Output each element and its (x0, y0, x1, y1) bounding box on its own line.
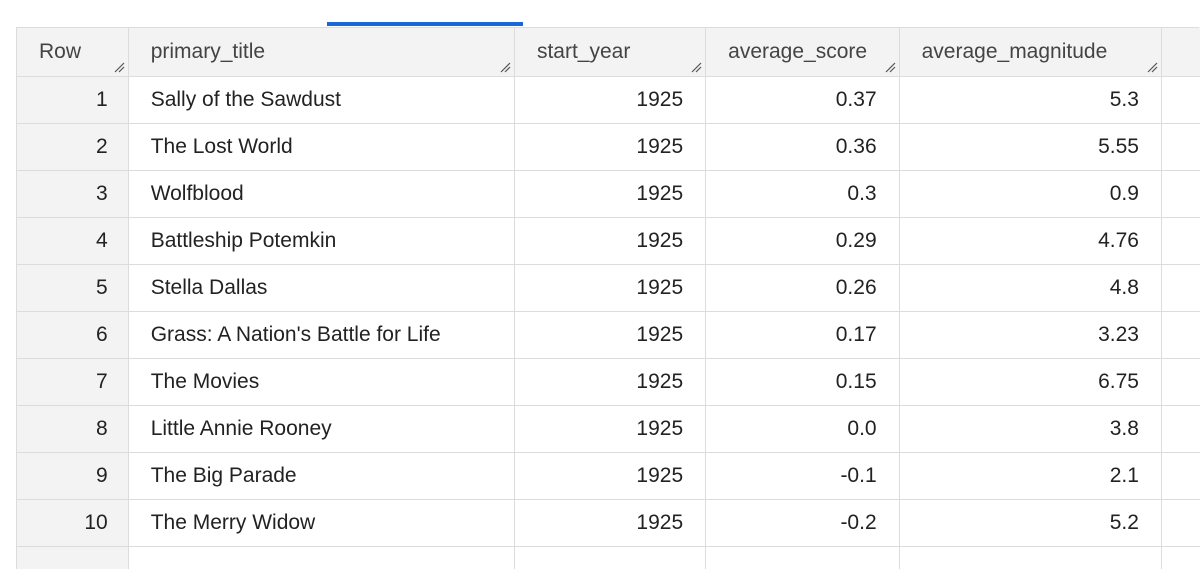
primary-title-cell[interactable]: Battleship Potemkin (127, 217, 515, 265)
table-row[interactable]: 7 The Movies 1925 0.15 6.75 (16, 358, 1200, 406)
start-year-cell[interactable]: 1925 (513, 264, 707, 312)
average-magnitude-cell[interactable]: 2.1 (898, 452, 1162, 500)
column-resize-handle-icon[interactable] (499, 61, 511, 73)
row-filler (1160, 123, 1200, 171)
row-number-cell[interactable]: 2 (16, 123, 129, 171)
average-score-cell[interactable]: 0.37 (705, 76, 900, 124)
start-year-cell[interactable]: 1925 (513, 170, 707, 218)
row-number-cell[interactable]: 9 (16, 452, 129, 500)
row-filler (1160, 405, 1200, 453)
average-magnitude-cell[interactable]: 0.9 (898, 170, 1162, 218)
primary-title-cell[interactable]: The Lost World (127, 123, 515, 171)
column-resize-handle-icon[interactable] (690, 61, 702, 73)
average-magnitude-cell[interactable]: 3.8 (898, 405, 1162, 453)
column-header-row[interactable]: Row (16, 27, 129, 77)
start-year-cell[interactable]: 1925 (513, 76, 707, 124)
start-year-cell[interactable]: 1925 (513, 405, 707, 453)
start-year-cell[interactable]: 1925 (513, 311, 707, 359)
empty-cell (705, 546, 900, 569)
row-number-cell[interactable]: 7 (16, 358, 129, 406)
empty-cell (1160, 546, 1200, 569)
table-row[interactable]: 6 Grass: A Nation's Battle for Life 1925 0.… (16, 311, 1200, 359)
average-score-cell[interactable]: 0.15 (705, 358, 900, 406)
average-score-cell[interactable]: -0.1 (705, 452, 900, 500)
primary-title-cell[interactable]: The Big Parade (127, 452, 515, 500)
row-number-cell[interactable]: 4 (16, 217, 129, 265)
primary-title-cell[interactable]: Stella Dallas (127, 264, 515, 312)
row-filler (1160, 76, 1200, 124)
average-score-cell[interactable]: 0.26 (705, 264, 900, 312)
table-row[interactable]: 2 The Lost World 1925 0.36 5.55 (16, 123, 1200, 171)
row-number-cell[interactable]: 6 (16, 311, 129, 359)
table-row[interactable]: 4 Battleship Potemkin 1925 0.29 4.76 (16, 217, 1200, 265)
primary-title-cell[interactable]: The Merry Widow (127, 499, 515, 547)
average-magnitude-cell[interactable]: 5.3 (898, 76, 1162, 124)
average-score-cell[interactable]: -0.2 (705, 499, 900, 547)
average-score-cell[interactable]: 0.3 (705, 170, 900, 218)
primary-title-cell[interactable]: Sally of the Sawdust (127, 76, 515, 124)
average-magnitude-cell[interactable]: 4.8 (898, 264, 1162, 312)
column-header-label: average_magnitude (921, 40, 1108, 63)
row-number-cell[interactable]: 5 (16, 264, 129, 312)
column-header-label: start_year (536, 40, 631, 63)
primary-title-cell[interactable]: The Movies (127, 358, 515, 406)
average-score-cell[interactable]: 0.36 (705, 123, 900, 171)
empty-cell (513, 546, 707, 569)
column-resize-handle-icon[interactable] (1146, 61, 1158, 73)
empty-cell (127, 546, 515, 569)
query-results-panel: Row primary_title start_year average_sco… (0, 0, 1200, 584)
row-number-cell[interactable]: 1 (16, 76, 129, 124)
column-header-filler (1160, 27, 1200, 77)
header-row: Row primary_title start_year average_sco… (16, 27, 1200, 77)
primary-title-cell[interactable]: Wolfblood (127, 170, 515, 218)
average-magnitude-cell[interactable]: 3.23 (898, 311, 1162, 359)
average-score-cell[interactable]: 0.29 (705, 217, 900, 265)
row-filler (1160, 217, 1200, 265)
empty-cell (898, 546, 1162, 569)
start-year-cell[interactable]: 1925 (513, 499, 707, 547)
table-row[interactable]: 5 Stella Dallas 1925 0.26 4.8 (16, 264, 1200, 312)
table-row[interactable]: 8 Little Annie Rooney 1925 0.0 3.8 (16, 405, 1200, 453)
table-row[interactable]: 10 The Merry Widow 1925 -0.2 5.2 (16, 499, 1200, 547)
average-magnitude-cell[interactable]: 4.76 (898, 217, 1162, 265)
column-header-average-magnitude[interactable]: average_magnitude (898, 27, 1162, 77)
start-year-cell[interactable]: 1925 (513, 452, 707, 500)
row-filler (1160, 358, 1200, 406)
start-year-cell[interactable]: 1925 (513, 358, 707, 406)
start-year-cell[interactable]: 1925 (513, 123, 707, 171)
row-filler (1160, 499, 1200, 547)
row-filler (1160, 311, 1200, 359)
column-resize-handle-icon[interactable] (113, 61, 125, 73)
average-magnitude-cell[interactable]: 5.55 (898, 123, 1162, 171)
table-row-partial (16, 546, 1200, 569)
average-score-cell[interactable]: 0.17 (705, 311, 900, 359)
active-tab-indicator (327, 22, 523, 26)
empty-cell (16, 546, 129, 569)
column-header-label: average_score (728, 40, 868, 63)
primary-title-cell[interactable]: Grass: A Nation's Battle for Life (127, 311, 515, 359)
row-number-cell[interactable]: 8 (16, 405, 129, 453)
row-filler (1160, 264, 1200, 312)
row-filler (1160, 170, 1200, 218)
row-number-cell[interactable]: 3 (16, 170, 129, 218)
primary-title-cell[interactable]: Little Annie Rooney (127, 405, 515, 453)
start-year-cell[interactable]: 1925 (513, 217, 707, 265)
column-header-start-year[interactable]: start_year (513, 27, 707, 77)
row-number-cell[interactable]: 10 (16, 499, 129, 547)
table-row[interactable]: 3 Wolfblood 1925 0.3 0.9 (16, 170, 1200, 218)
results-table: Row primary_title start_year average_sco… (16, 27, 1200, 569)
table-row[interactable]: 9 The Big Parade 1925 -0.1 2.1 (16, 452, 1200, 500)
column-header-label: Row (39, 40, 82, 63)
average-magnitude-cell[interactable]: 5.2 (898, 499, 1162, 547)
row-filler (1160, 452, 1200, 500)
table-row[interactable]: 1 Sally of the Sawdust 1925 0.37 5.3 (16, 76, 1200, 124)
column-header-primary-title[interactable]: primary_title (127, 27, 515, 77)
column-header-average-score[interactable]: average_score (705, 27, 900, 77)
column-header-label: primary_title (150, 40, 266, 63)
average-score-cell[interactable]: 0.0 (705, 405, 900, 453)
column-resize-handle-icon[interactable] (884, 61, 896, 73)
average-magnitude-cell[interactable]: 6.75 (898, 358, 1162, 406)
results-body: 1 Sally of the Sawdust 1925 0.37 5.3 2 The Los… (16, 76, 1200, 569)
